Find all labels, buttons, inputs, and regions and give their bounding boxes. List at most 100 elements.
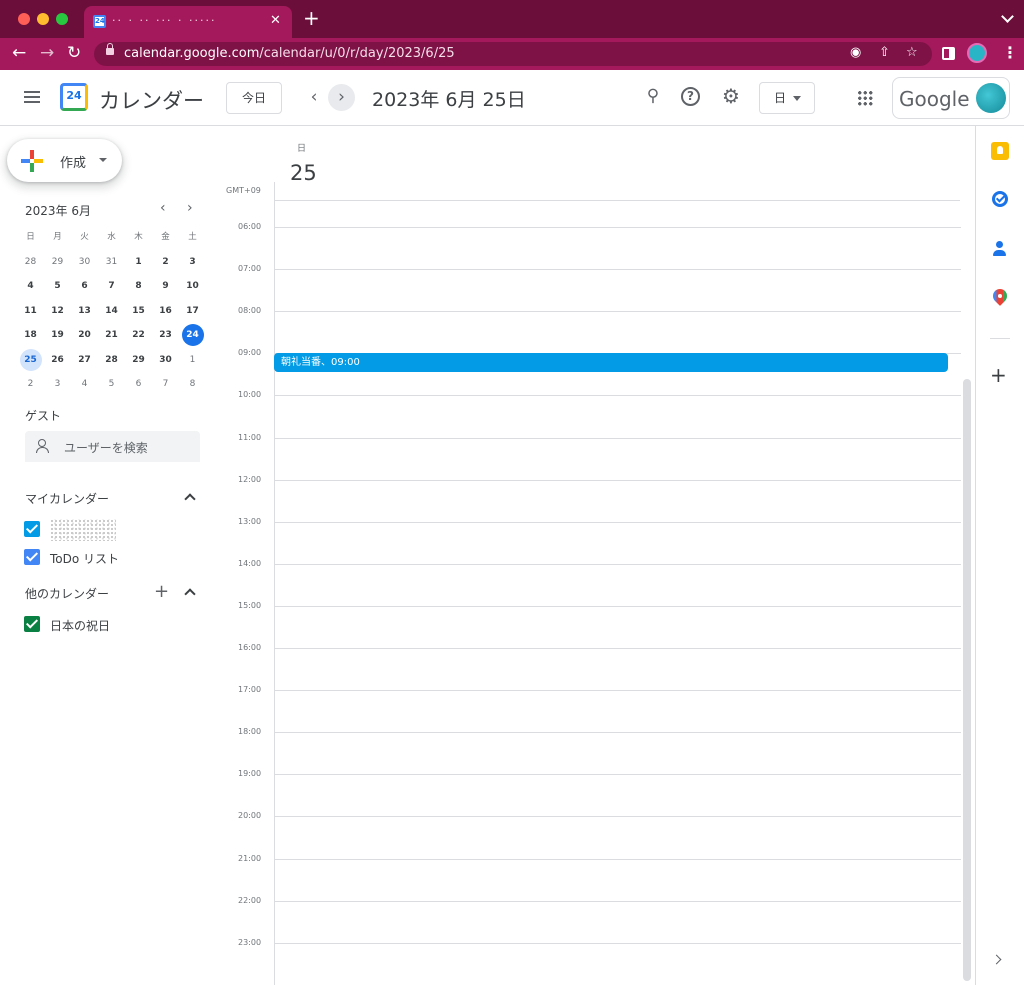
grid-scrollbar[interactable] [963, 379, 971, 981]
hour-gridline[interactable] [274, 859, 961, 860]
mini-calendar-day[interactable]: 11 [17, 301, 44, 326]
other-calendars-title[interactable]: 他のカレンダー [25, 585, 109, 602]
tab-search-chevron-icon[interactable] [1001, 10, 1014, 23]
google-account-button[interactable]: Google [892, 77, 1010, 119]
hour-gridline[interactable] [274, 227, 961, 228]
lock-icon[interactable] [106, 43, 114, 55]
main-menu-icon[interactable] [24, 91, 40, 103]
mini-calendar-day[interactable]: 5 [44, 276, 71, 301]
mini-calendar-day[interactable]: 30 [71, 252, 98, 277]
tasks-icon[interactable] [992, 191, 1008, 207]
profile-avatar-icon[interactable] [967, 43, 987, 63]
hour-gridline[interactable] [274, 901, 961, 902]
hour-gridline[interactable] [274, 480, 961, 481]
mini-calendar-day[interactable]: 26 [44, 350, 71, 375]
reload-icon[interactable]: ↻ [67, 43, 81, 63]
add-other-calendar-plus-icon[interactable]: + [154, 583, 169, 601]
previous-day-button[interactable]: ‹ [303, 86, 325, 108]
hour-gridline[interactable] [274, 943, 961, 944]
window-zoom-button[interactable] [56, 13, 68, 25]
mini-calendar-day[interactable]: 8 [179, 374, 206, 399]
mini-calendar-day[interactable]: 30 [152, 350, 179, 375]
mini-calendar-day[interactable]: 18 [17, 325, 44, 350]
mini-calendar-day[interactable]: 27 [71, 350, 98, 375]
window-close-button[interactable] [18, 13, 30, 25]
my-calendars-collapse-chevron-icon[interactable] [184, 493, 196, 505]
mini-calendar-day[interactable]: 7 [152, 374, 179, 399]
keep-icon[interactable] [991, 142, 1009, 160]
view-selector-dropdown[interactable]: 日 [759, 82, 815, 114]
address-bar[interactable]: calendar.google.com/calendar/u/0/r/day/2… [94, 42, 932, 66]
share-icon[interactable]: ⇧ [879, 45, 890, 60]
create-button[interactable]: 作成 [7, 139, 122, 182]
mini-calendar-day[interactable]: 14 [98, 301, 125, 326]
hour-gridline[interactable] [274, 816, 961, 817]
mini-calendar-day[interactable]: 15 [125, 301, 152, 326]
other-calendars-collapse-chevron-icon[interactable] [184, 588, 196, 600]
guest-search-input[interactable]: ユーザーを検索 [25, 431, 200, 462]
hour-gridline[interactable] [274, 774, 961, 775]
hour-gridline[interactable] [274, 732, 961, 733]
mini-calendar-day[interactable]: 10 [179, 276, 206, 301]
google-apps-grid-icon[interactable] [857, 90, 873, 106]
holidays-checkbox[interactable] [24, 616, 40, 632]
day-header-number[interactable]: 25 [290, 161, 317, 185]
mini-calendar-day[interactable]: 4 [71, 374, 98, 399]
mini-calendar-day[interactable]: 12 [44, 301, 71, 326]
mini-calendar-day[interactable]: 17 [179, 301, 206, 326]
mini-calendar-day[interactable]: 7 [98, 276, 125, 301]
next-day-button[interactable]: › [328, 84, 355, 111]
mini-calendar-day[interactable]: 19 [44, 325, 71, 350]
hour-gridline[interactable] [274, 648, 961, 649]
window-minimize-button[interactable] [37, 13, 49, 25]
mini-calendar-next-button[interactable]: › [187, 200, 193, 216]
mini-calendar-day[interactable]: 20 [71, 325, 98, 350]
app-name[interactable]: カレンダー [99, 85, 204, 115]
mini-calendar-today[interactable]: 24 [179, 324, 206, 350]
mini-calendar-day[interactable]: 22 [125, 325, 152, 350]
mini-calendar-day[interactable]: 16 [152, 301, 179, 326]
event-chip[interactable]: 朝礼当番、09:00 [274, 353, 948, 372]
mini-calendar-day[interactable]: 1 [125, 252, 152, 277]
calendar-logo-icon[interactable]: 24 [60, 83, 88, 111]
contacts-icon[interactable] [991, 240, 1009, 258]
mini-calendar-day[interactable]: 5 [98, 374, 125, 399]
browser-tab-calendar[interactable]: 24 ·· · ·· ··· · ····· ✕ [84, 6, 292, 38]
hour-gridline[interactable] [274, 522, 961, 523]
mini-calendar-day[interactable]: 6 [71, 276, 98, 301]
mini-calendar-day[interactable]: 4 [17, 276, 44, 301]
hour-gridline[interactable] [274, 438, 961, 439]
mini-calendar-day[interactable]: 2 [152, 252, 179, 277]
forward-arrow-icon[interactable]: → [40, 43, 54, 63]
mini-calendar-day[interactable]: 8 [125, 276, 152, 301]
bookmark-star-icon[interactable]: ☆ [906, 45, 918, 60]
search-icon[interactable]: ⚲ [642, 85, 664, 107]
mini-calendar-day[interactable]: 28 [17, 252, 44, 277]
todo-checkbox[interactable] [24, 549, 40, 565]
mini-calendar-day[interactable]: 28 [98, 350, 125, 375]
mini-calendar-day[interactable]: 1 [179, 350, 206, 375]
hour-gridline[interactable] [274, 690, 961, 691]
mini-calendar-day[interactable]: 31 [98, 252, 125, 277]
hour-gridline[interactable] [274, 606, 961, 607]
mini-calendar-day[interactable]: 23 [152, 325, 179, 350]
mini-calendar-day[interactable]: 21 [98, 325, 125, 350]
mini-calendar-day[interactable]: 3 [44, 374, 71, 399]
mini-calendar-day[interactable]: 2 [17, 374, 44, 399]
maps-icon[interactable] [993, 289, 1007, 307]
my-calendar-checkbox[interactable] [24, 521, 40, 537]
settings-gear-icon[interactable]: ⚙ [720, 85, 742, 107]
hour-gridline[interactable] [274, 269, 961, 270]
new-tab-button[interactable]: + [303, 7, 320, 29]
today-button[interactable]: 今日 [226, 82, 282, 114]
eye-icon[interactable]: ◉ [850, 45, 861, 60]
help-icon[interactable]: ? [681, 87, 700, 106]
mini-calendar-day[interactable]: 13 [71, 301, 98, 326]
mini-calendar-day[interactable]: 3 [179, 252, 206, 277]
mini-calendar-day[interactable]: 9 [152, 276, 179, 301]
hour-gridline[interactable] [274, 395, 961, 396]
mini-calendar-day[interactable]: 29 [44, 252, 71, 277]
mini-calendar-prev-button[interactable]: ‹ [160, 200, 166, 216]
hour-gridline[interactable] [274, 564, 961, 565]
mini-calendar-day[interactable]: 6 [125, 374, 152, 399]
